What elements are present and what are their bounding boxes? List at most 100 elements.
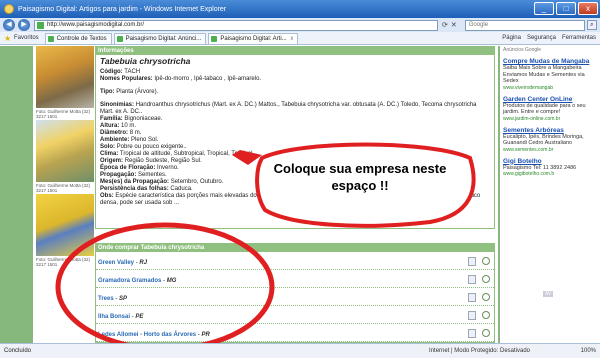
scientific-name: Tabebuia chrysotricha (100, 56, 191, 66)
store-state: PE (135, 314, 144, 320)
status-text: Concluído (4, 348, 32, 354)
photo-caption: Foto: Guilherme Motta (32) 3217 1501 (36, 109, 91, 119)
window-title: Paisagismo Digital: Artigos para jardim … (18, 5, 227, 13)
field-diametro: Diâmetro: 8 m. (100, 130, 142, 136)
ad-item[interactable]: Gigi Botelho Paisagismo Tel: 11 3892 248… (503, 158, 597, 178)
back-button[interactable]: ◀ (3, 19, 15, 31)
ads-label: Anúncios Google (503, 47, 542, 53)
store-row[interactable]: Ilha Bonsai - PE (96, 306, 494, 324)
tab-page-icon (211, 35, 218, 42)
page-body: Foto: Guilherme Motta (32) 3217 1501 Fot… (33, 46, 498, 343)
tab-anuncios[interactable]: Paisagismo Digital: Anúnci... (113, 32, 207, 44)
store-state: MG (166, 278, 177, 284)
tool-pagina[interactable]: Página (502, 35, 521, 41)
ad-title[interactable]: Garden Center OnLine (503, 96, 597, 103)
tree-photo[interactable] (36, 194, 94, 256)
address-bar: ◀ ▶ http://www.paisagismodigital.com.br/… (0, 18, 600, 32)
tab-label: Paisagismo Digital: Arti... (220, 35, 287, 42)
star-icon: ★ (4, 34, 12, 43)
field-codigo: Código: TACH (100, 69, 141, 75)
ad-item[interactable]: Garden Center OnLine Produtos de qualida… (503, 96, 597, 122)
zoom-level[interactable]: 100% (581, 348, 596, 354)
info-header: Informações (96, 47, 494, 55)
store-row[interactable]: Trees - SP (96, 288, 494, 306)
tab-artigos[interactable]: Paisagismo Digital: Arti... x (208, 32, 299, 44)
ad-url[interactable]: www.jardim-online.com.br (503, 116, 597, 122)
ad-text: Produtos de qualidade para o seu jardim.… (503, 102, 586, 116)
status-bar: Concluído Internet | Modo Protegido: Des… (0, 343, 600, 358)
store-name[interactable]: Gramadora Gramados (98, 278, 161, 284)
details-icon[interactable] (468, 311, 476, 320)
tab-bar: ★ Favoritos Controle de Textos Paisagism… (0, 32, 600, 45)
security-zone[interactable]: Internet | Modo Protegido: Desativado (429, 348, 530, 354)
ad-title[interactable]: Sementes Arbóreas (503, 127, 597, 134)
url-text: http://www.paisagismodigital.com.br/ (47, 21, 145, 28)
tab-page-icon (47, 35, 54, 42)
search-input[interactable]: Google (464, 19, 585, 31)
photo-caption: Foto: Guilherme Motta (32) 3217 1501 (36, 183, 91, 193)
photo-caption: Foto: Guilherme Motta (32) 3217 1501 (36, 257, 91, 267)
ad-item[interactable]: Sementes Arbóreas Eucalipto, Ipês, Brind… (503, 127, 597, 153)
close-button[interactable]: x (578, 2, 598, 15)
store-row[interactable]: Green Valley - RJ (96, 252, 494, 270)
ad-title[interactable]: Compre Mudas de Mangaba (503, 58, 597, 65)
field-obs: Obs: Espécie característica das porções … (100, 193, 481, 206)
tab-controle[interactable]: Controle de Textos (44, 32, 112, 44)
magnifier-icon[interactable] (482, 275, 490, 283)
tree-photo[interactable] (36, 120, 94, 182)
magnifier-icon[interactable] (482, 329, 490, 337)
field-nomes: Nomes Populares: Ipê-do-morro , Ipê-taba… (100, 76, 262, 82)
details-icon[interactable] (468, 293, 476, 302)
stop-icon[interactable]: ✕ (451, 21, 457, 29)
callout-text: Coloque sua empresa neste espaço !! (273, 161, 447, 193)
ad-item[interactable]: Compre Mudas de Mangaba Saiba Mais Sobre… (503, 58, 597, 91)
url-input[interactable]: http://www.paisagismodigital.com.br/ (34, 19, 438, 31)
window-titlebar: Paisagismo Digital: Artigos para jardim … (0, 0, 600, 18)
ad-url[interactable]: www.sementes.com.br (503, 147, 597, 153)
search-icon[interactable]: ⌕ (586, 20, 597, 30)
field-tipo: Tipo: Planta (Árvore). (100, 89, 159, 95)
store-state: SP (119, 296, 128, 302)
details-icon[interactable] (468, 275, 476, 284)
magnifier-icon[interactable] (482, 293, 490, 301)
ad-url[interactable]: www.viveirodemangab (503, 85, 597, 91)
window-controls: _ □ x (534, 2, 598, 15)
maximize-button[interactable]: □ (556, 2, 576, 15)
tab-close-icon[interactable]: x (290, 36, 293, 42)
ad-text: Eucalipto, Ipês, Brindes Moringa, Guanan… (503, 133, 584, 147)
details-icon[interactable] (468, 329, 476, 338)
favorites-label: Favoritos (14, 35, 39, 41)
field-solo: Solo: Pobre ou pouco exigente.. (100, 144, 187, 150)
field-familia: Família: Bignoniaceae. (100, 116, 163, 122)
refresh-icon[interactable]: ⟳ (442, 21, 448, 29)
info-panel: Informações Tabebuia chrysotricha Código… (95, 46, 495, 229)
page-viewport: Foto: Guilherme Motta (32) 3217 1501 Fot… (0, 46, 600, 343)
tool-ferramentas[interactable]: Ferramentas (562, 35, 596, 41)
ads-column: Anúncios Google Compre Mudas de Mangaba … (500, 46, 600, 343)
field-altura: Altura: 10 m. (100, 123, 137, 129)
minimize-button[interactable]: _ (534, 2, 554, 15)
tab-label: Paisagismo Digital: Anúnci... (125, 35, 202, 42)
tool-seguranca[interactable]: Segurança (527, 35, 556, 41)
store-name[interactable]: Trees (98, 296, 114, 302)
ad-url[interactable]: www.gigibotelho.com.b (503, 171, 597, 177)
store-name[interactable]: Green Valley (98, 260, 134, 266)
ad-title[interactable]: Gigi Botelho (503, 158, 597, 165)
store-row[interactable]: Ledes Allomei - Horto das Árvores - PR (96, 324, 494, 342)
tab-page-icon (116, 35, 123, 42)
tree-photo[interactable] (36, 46, 94, 108)
details-icon[interactable] (468, 257, 476, 266)
buy-header: Onde comprar Tabebuia chrysotricha (96, 244, 494, 252)
store-row[interactable]: Gramadora Gramados - MG (96, 270, 494, 288)
magnifier-icon[interactable] (482, 257, 490, 265)
field-clima: Clima: Tropical de altitude, Subtropical… (100, 151, 253, 157)
magnifier-icon[interactable] (482, 311, 490, 319)
favorites-button[interactable]: ★ Favoritos (0, 34, 43, 43)
adchoices-badge[interactable]: AV (543, 291, 554, 297)
search-placeholder: Google (468, 21, 489, 28)
tab-label: Controle de Textos (56, 35, 107, 42)
photo-column: Foto: Guilherme Motta (32) 3217 1501 Fot… (36, 46, 94, 268)
store-name[interactable]: Ledes Allomei - Horto das Árvores (98, 332, 196, 338)
forward-button[interactable]: ▶ (18, 19, 30, 31)
store-name[interactable]: Ilha Bonsai (98, 314, 130, 320)
